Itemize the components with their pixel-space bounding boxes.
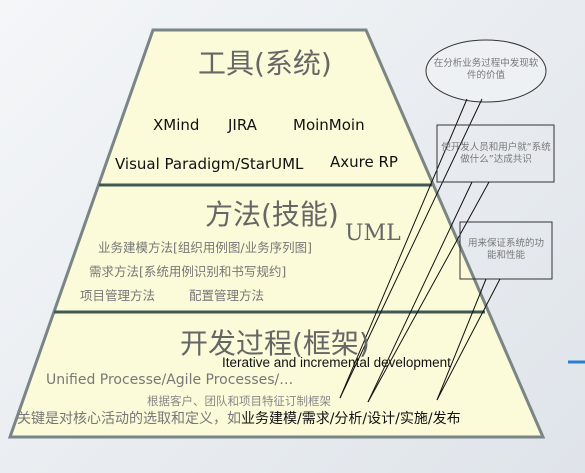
tool-item: MoinMoin	[293, 116, 365, 134]
method-item: 需求方法[系统用例识别和书写规约]	[89, 264, 287, 279]
callout-text: 使开发人员和用户就“系统做什么”达成共识	[441, 142, 551, 165]
tool-item: Axure RP	[330, 153, 398, 171]
key-activities-line: 关键是对核心活动的选取和定义，如业务建模/需求/分析/设计/实施/发布	[17, 408, 461, 428]
uml-label: UML	[345, 221, 401, 246]
key-activities: 业务建模/需求/分析/设计/实施/发布	[241, 411, 461, 427]
method-item: 项目管理方法	[80, 288, 156, 303]
iterative-label: Iterative and incremental development	[222, 355, 451, 370]
callout-text: 用来保证系统的功能和性能	[467, 238, 544, 261]
tool-item: Visual Paradigm/StarUML	[115, 155, 304, 173]
method-item: 配置管理方法	[189, 288, 265, 303]
customize-label: 根据客户、团队和项目特征订制框架	[147, 394, 331, 408]
key-prefix: 关键是对核心活动的选取和定义，如	[17, 411, 241, 427]
method-item: 业务建模方法[组织用例图/业务序列图]	[98, 240, 312, 255]
processes-label: Unified Processe/Agile Processes/…	[46, 372, 294, 388]
tool-item: JIRA	[228, 116, 257, 134]
layer-title-methods: 方法(技能)	[205, 198, 339, 231]
tool-item: XMind	[153, 116, 200, 134]
callout-text: 在分析业务过程中发现软件的价值	[433, 58, 539, 81]
layer-title-tools: 工具(系统)	[198, 47, 332, 80]
